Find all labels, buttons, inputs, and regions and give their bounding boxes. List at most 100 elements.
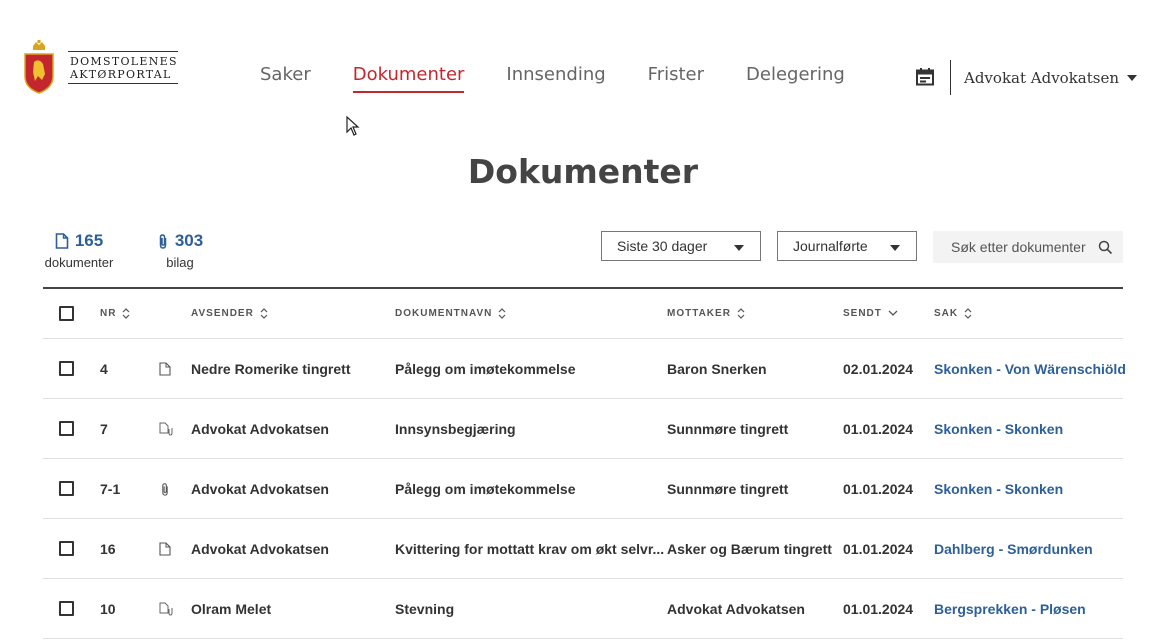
- header-sent[interactable]: SENDT: [843, 289, 898, 338]
- row-sender: Advokat Advokatsen: [191, 420, 329, 437]
- row-case-link[interactable]: Bergsprekken - Pløsen: [934, 579, 1086, 638]
- status-select[interactable]: Journalførte: [777, 231, 917, 261]
- row-nr: 7-1: [100, 480, 121, 497]
- row-sent: 01.01.2024: [843, 480, 914, 497]
- row-case-link[interactable]: Skonken - Von Wärenschiöld: [934, 339, 1126, 398]
- row-case-link[interactable]: Dahlberg - Smørdunken: [934, 519, 1093, 578]
- table-row[interactable]: 10 Olram Melet Stevning Advokat Advokatsen 0…: [43, 579, 1123, 639]
- nav-frister[interactable]: Frister: [648, 64, 704, 93]
- row-checkbox-cell: [59, 459, 74, 518]
- row-docname[interactable]: Innsynsbegjæring: [395, 399, 516, 458]
- row-nr: 7: [100, 420, 108, 437]
- select-all-checkbox[interactable]: [59, 306, 74, 321]
- user-name: Advokat Advokatsen: [964, 69, 1120, 87]
- attachments-count-label: bilag: [166, 255, 194, 270]
- chevron-down-icon: [890, 245, 900, 251]
- row-receiver: Advokat Advokatsen: [667, 600, 805, 617]
- sort-icon: [260, 308, 268, 319]
- header-sent-label: SENDT: [843, 308, 882, 319]
- row-checkbox[interactable]: [59, 421, 74, 436]
- nav-dokumenter[interactable]: Dokumenter: [352, 64, 465, 93]
- site-logo[interactable]: DOMSTOLENES AKTØRPORTAL: [24, 40, 178, 94]
- header-sender-label: AVSENDER: [191, 308, 254, 319]
- row-sent: 01.01.2024: [843, 540, 914, 557]
- row-docname[interactable]: Stevning: [395, 579, 454, 638]
- document-icon: [55, 233, 69, 249]
- header-nr[interactable]: NR: [100, 289, 130, 338]
- header-nr-label: NR: [100, 308, 117, 319]
- row-checkbox[interactable]: [59, 601, 74, 616]
- row-nr: 10: [100, 600, 116, 617]
- row-docname[interactable]: Kvittering for mottatt krav om økt selvr…: [395, 519, 664, 578]
- header-receiver-label: MOTTAKER: [667, 308, 731, 319]
- row-receiver: Baron Snerken: [667, 360, 767, 377]
- row-receiver: Asker og Bærum tingrett: [667, 540, 832, 557]
- row-sender: Nedre Romerike tingrett: [191, 360, 351, 377]
- table-row[interactable]: 4 Nedre Romerike tingrett Pålegg om imøtek…: [43, 339, 1126, 399]
- row-sender: Olram Melet: [191, 600, 272, 617]
- row-docname[interactable]: Pålegg om imøtekommelse: [395, 339, 576, 398]
- mouse-cursor-icon: [346, 116, 360, 136]
- header-receiver[interactable]: MOTTAKER: [667, 289, 745, 338]
- row-docname[interactable]: Pålegg om imøtekommelse: [395, 459, 576, 518]
- row-checkbox-cell: [59, 519, 74, 578]
- row-receiver: Sunnmøre tingrett: [667, 480, 789, 497]
- row-sent: 01.01.2024: [843, 600, 914, 617]
- row-sender: Advokat Advokatsen: [191, 540, 329, 557]
- table-header-row: NR AVSENDER DOKUMENTNAVN MOTTAKER SENDT …: [43, 289, 1123, 339]
- header-sender[interactable]: AVSENDER: [191, 289, 268, 338]
- sort-descending-icon: [888, 310, 898, 316]
- document-icon: [159, 339, 171, 398]
- table-row[interactable]: 16 Advokat Advokatsen Kvittering for motta…: [43, 519, 1123, 579]
- row-sent: 01.01.2024: [843, 420, 914, 437]
- sort-icon: [123, 308, 130, 319]
- select-all-checkbox-cell: [59, 289, 74, 338]
- attachment-icon: [159, 459, 171, 518]
- row-nr: 4: [100, 360, 108, 377]
- sort-icon: [737, 308, 745, 319]
- table-row[interactable]: 7-1 Advokat Advokatsen Pålegg om imøtekomm…: [43, 459, 1123, 519]
- attachments-count-value: 303: [174, 231, 204, 250]
- status-select-value: Journalførte: [793, 238, 868, 254]
- row-checkbox[interactable]: [59, 541, 74, 556]
- calendar-icon[interactable]: [915, 67, 935, 87]
- header-docname[interactable]: DOKUMENTNAVN: [395, 289, 506, 338]
- header-case[interactable]: SAK: [934, 289, 972, 338]
- documents-count-value: 165: [74, 231, 104, 250]
- row-receiver: Sunnmøre tingrett: [667, 420, 789, 437]
- page-title: Dokumenter: [467, 152, 699, 191]
- logo-wordmark: DOMSTOLENES AKTØRPORTAL: [68, 50, 178, 84]
- row-checkbox-cell: [59, 579, 74, 638]
- row-checkbox-cell: [59, 339, 74, 398]
- search-input[interactable]: [949, 238, 1098, 256]
- row-case-link[interactable]: Skonken - Skonken: [934, 459, 1063, 518]
- document-with-attachment-icon: [159, 399, 175, 458]
- logo-line-1: DOMSTOLENES: [70, 54, 178, 68]
- nav-saker[interactable]: Saker: [260, 64, 311, 93]
- nav-innsending[interactable]: Innsending: [506, 64, 605, 93]
- row-checkbox[interactable]: [59, 481, 74, 496]
- sort-icon: [498, 308, 506, 319]
- logo-line-2: AKTØRPORTAL: [70, 67, 172, 81]
- search-icon[interactable]: [1098, 240, 1113, 255]
- row-sent: 02.01.2024: [843, 360, 914, 377]
- user-menu[interactable]: Advokat Advokatsen: [964, 69, 1138, 87]
- sort-icon: [964, 308, 972, 319]
- row-sender: Advokat Advokatsen: [191, 480, 329, 497]
- document-with-attachment-icon: [159, 579, 175, 638]
- period-select-value: Siste 30 dager: [617, 238, 708, 254]
- table-row[interactable]: 7 Advokat Advokatsen Innsynsbegjæring Sunnm…: [43, 399, 1123, 459]
- chevron-down-icon: [734, 245, 744, 251]
- documents-count-label: dokumenter: [44, 255, 114, 270]
- nav-delegering[interactable]: Delegering: [746, 64, 845, 93]
- search-box: [933, 231, 1123, 263]
- documents-count[interactable]: 165 dokumenter: [43, 231, 115, 270]
- chevron-down-icon: [1127, 75, 1138, 81]
- documents-table: NR AVSENDER DOKUMENTNAVN MOTTAKER SENDT …: [43, 287, 1126, 639]
- row-checkbox[interactable]: [59, 361, 74, 376]
- row-case-link[interactable]: Skonken - Skonken: [934, 399, 1063, 458]
- coat-of-arms-icon: [24, 40, 54, 94]
- header-case-label: SAK: [934, 308, 959, 319]
- period-select[interactable]: Siste 30 dager: [601, 231, 761, 261]
- attachments-count[interactable]: 303 bilag: [155, 231, 205, 270]
